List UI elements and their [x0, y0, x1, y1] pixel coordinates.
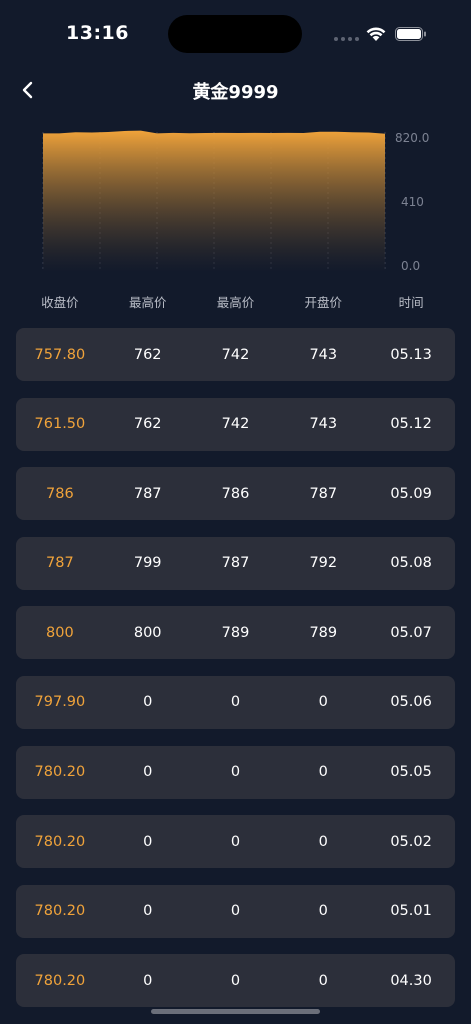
open-price-cell: 0: [318, 903, 328, 920]
y-tick-label: 410: [401, 195, 424, 209]
header-open-price: 开盘价: [304, 295, 343, 310]
date-cell: 05.05: [390, 764, 432, 781]
home-indicator: [151, 1009, 320, 1014]
close-price-cell: 800: [46, 624, 74, 641]
y-tick-label: 0.0: [401, 259, 420, 273]
high-price-cell-2: 0: [230, 833, 241, 850]
open-price-cell: 792: [309, 555, 338, 572]
table-row[interactable]: 780.20 0 0 0 05.02: [16, 815, 455, 869]
price-area-chart: 820.0 410 0.0: [42, 130, 429, 273]
high-price-cell-2: 789: [221, 624, 250, 641]
high-price-cell: 0: [143, 694, 153, 711]
open-price-cell: 743: [309, 416, 338, 433]
high-price-cell: 0: [143, 903, 153, 920]
high-price-cell-2: 0: [230, 903, 241, 920]
page-title: 黄金9999: [192, 82, 279, 103]
date-cell: 05.12: [390, 416, 432, 433]
date-cell: 05.13: [390, 346, 432, 363]
high-price-cell: 800: [133, 624, 162, 641]
open-price-cell: 0: [318, 764, 328, 781]
close-price-cell: 786: [46, 485, 74, 502]
high-price-cell-2: 0: [230, 694, 241, 711]
high-price-cell: 762: [133, 416, 162, 433]
date-cell: 05.01: [390, 903, 432, 920]
date-cell: 05.08: [390, 555, 432, 572]
table-row[interactable]: 797.90 0 0 0 05.06: [16, 675, 455, 729]
date-cell: 05.09: [390, 485, 432, 502]
close-price-cell: 757.80: [34, 346, 86, 363]
high-price-cell: 0: [143, 764, 153, 781]
open-price-cell: 0: [318, 972, 328, 989]
y-tick-label: 820.0: [395, 131, 429, 145]
header-time: 时间: [398, 295, 424, 310]
high-price-cell-2: 742: [221, 416, 250, 433]
close-price-cell: 797.90: [34, 694, 86, 711]
open-price-cell: 0: [318, 694, 328, 711]
close-price-cell: 780.20: [34, 972, 86, 989]
close-price-cell: 787: [46, 555, 74, 572]
open-price-cell: 0: [318, 833, 328, 850]
high-price-cell: 0: [143, 833, 153, 850]
status-bar: 13:16: [0, 0, 471, 64]
table-row[interactable]: 786 787 786 787 05.09: [16, 467, 455, 521]
close-price-cell: 780.20: [34, 764, 86, 781]
close-price-cell: 761.50: [34, 416, 86, 433]
dynamic-island: [168, 15, 302, 53]
open-price-cell: 743: [309, 346, 338, 363]
header-close-price: 收盘价: [41, 295, 79, 310]
high-price-cell: 787: [133, 485, 162, 502]
wifi-icon: [366, 27, 386, 41]
battery-icon: [395, 27, 426, 41]
header-high-price: 最高价: [128, 295, 167, 310]
header-high-price-2: 最高价: [216, 295, 255, 310]
table-header: 收盘价 最高价 最高价 开盘价 时间: [16, 292, 455, 312]
high-price-cell-2: 742: [221, 346, 250, 363]
open-price-cell: 789: [309, 624, 338, 641]
cellular-signal-icon: [334, 37, 359, 41]
table-row[interactable]: 757.80 762 742 743 05.13: [16, 328, 455, 381]
table-row[interactable]: 780.20 0 0 0 05.05: [16, 745, 455, 799]
date-cell: 05.02: [390, 833, 432, 850]
price-area: [43, 130, 385, 272]
high-price-cell: 799: [133, 555, 162, 572]
price-list: 757.80 762 742 743 05.13 761.50 762 742 …: [16, 328, 455, 1024]
table-row[interactable]: 787 799 787 792 05.08: [16, 536, 455, 590]
date-cell: 04.30: [390, 972, 432, 989]
nav-bar: 黄金9999: [0, 64, 471, 116]
high-price-cell-2: 0: [230, 764, 241, 781]
table-row[interactable]: 761.50 762 742 743 05.12: [16, 397, 455, 451]
table-row[interactable]: 780.20 0 0 0 04.30: [16, 954, 455, 1008]
high-price-cell: 762: [133, 346, 162, 363]
date-cell: 05.06: [390, 694, 432, 711]
high-price-cell: 0: [143, 972, 153, 989]
price-chart: 820.0 410 0.0: [0, 120, 471, 280]
high-price-cell-2: 0: [230, 972, 241, 989]
close-price-cell: 780.20: [34, 833, 86, 850]
open-price-cell: 787: [309, 485, 338, 502]
close-price-cell: 780.20: [34, 903, 86, 920]
date-cell: 05.07: [390, 624, 432, 641]
high-price-cell-2: 786: [221, 485, 250, 502]
high-price-cell-2: 787: [221, 555, 250, 572]
status-time: 13:16: [66, 22, 129, 44]
table-row[interactable]: 780.20 0 0 0 05.01: [16, 884, 455, 938]
table-row[interactable]: 800 800 789 789 05.07: [16, 606, 455, 660]
